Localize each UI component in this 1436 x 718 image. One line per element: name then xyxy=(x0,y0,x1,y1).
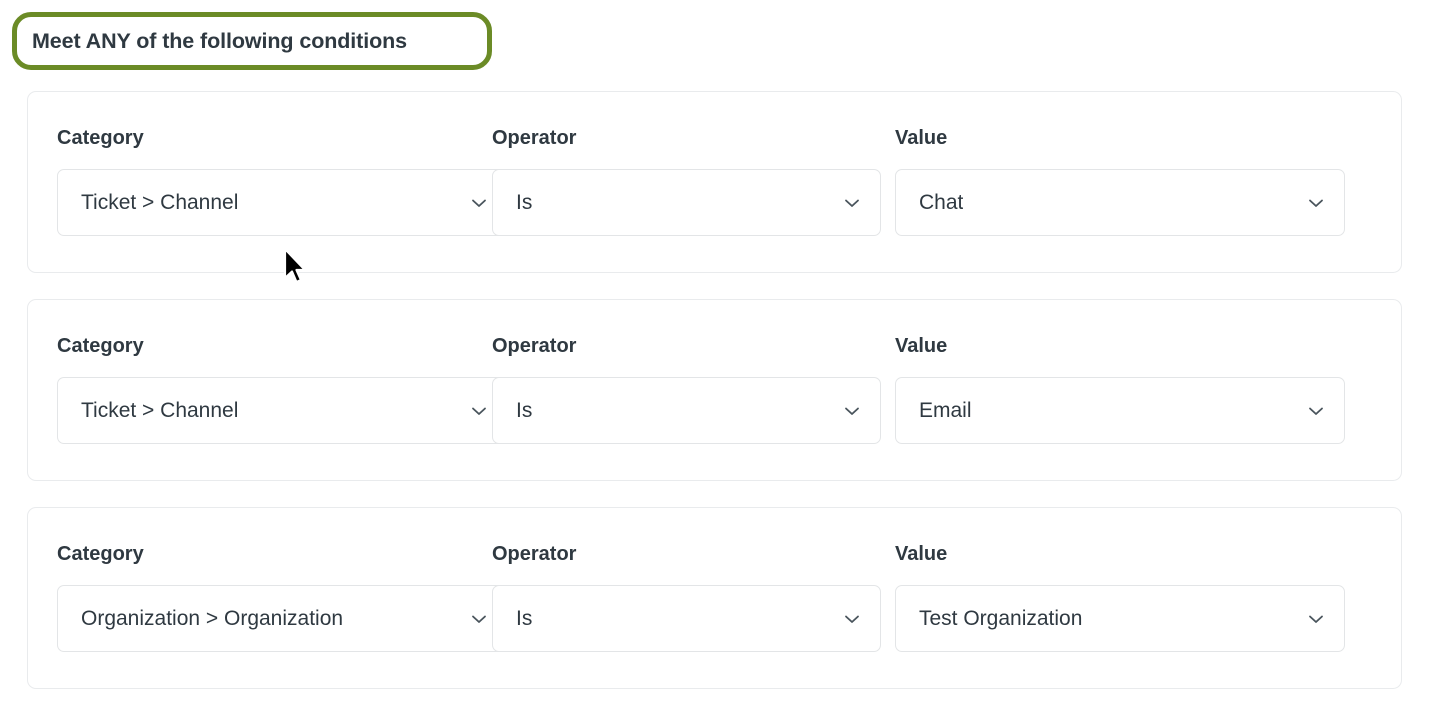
value-label: Value xyxy=(895,544,1350,564)
value-select[interactable]: Test Organization xyxy=(895,585,1345,652)
operator-select[interactable]: Is xyxy=(492,585,881,652)
condition-row: Category Ticket > Channel Operator Is xyxy=(27,91,1402,273)
chevron-down-icon xyxy=(1305,192,1327,214)
operator-select-value: Is xyxy=(516,399,532,423)
value-select[interactable]: Email xyxy=(895,377,1345,444)
category-field-group: Category Organization > Organization xyxy=(28,544,492,652)
condition-row: Category Organization > Organization Ope… xyxy=(27,507,1402,689)
operator-label: Operator xyxy=(492,128,895,148)
operator-select-value: Is xyxy=(516,607,532,631)
operator-select-value: Is xyxy=(516,191,532,215)
category-select[interactable]: Organization > Organization xyxy=(57,585,508,652)
category-label: Category xyxy=(57,336,492,356)
page-title: Meet ANY of the following conditions xyxy=(32,29,407,54)
chevron-down-icon xyxy=(468,400,490,422)
chevron-down-icon xyxy=(841,400,863,422)
operator-label: Operator xyxy=(492,544,895,564)
value-select-value: Chat xyxy=(919,191,963,215)
value-select-value: Email xyxy=(919,399,972,423)
category-select[interactable]: Ticket > Channel xyxy=(57,377,508,444)
category-label: Category xyxy=(57,128,492,148)
conditions-list: Category Ticket > Channel Operator Is xyxy=(27,91,1402,715)
value-label: Value xyxy=(895,336,1350,356)
chevron-down-icon xyxy=(1305,608,1327,630)
operator-field-group: Operator Is xyxy=(492,544,895,652)
value-field-group: Value Chat xyxy=(895,128,1350,236)
value-field-group: Value Email xyxy=(895,336,1350,444)
chevron-down-icon xyxy=(468,608,490,630)
conditions-match-type-pill: Meet ANY of the following conditions xyxy=(12,12,492,70)
chevron-down-icon xyxy=(841,608,863,630)
category-select-value: Ticket > Channel xyxy=(81,191,238,215)
category-field-group: Category Ticket > Channel xyxy=(28,128,492,236)
category-select[interactable]: Ticket > Channel xyxy=(57,169,508,236)
operator-label: Operator xyxy=(492,336,895,356)
chevron-down-icon xyxy=(841,192,863,214)
condition-row: Category Ticket > Channel Operator Is xyxy=(27,299,1402,481)
category-field-group: Category Ticket > Channel xyxy=(28,336,492,444)
value-select[interactable]: Chat xyxy=(895,169,1345,236)
operator-field-group: Operator Is xyxy=(492,128,895,236)
category-select-value: Organization > Organization xyxy=(81,607,343,631)
category-label: Category xyxy=(57,544,492,564)
operator-select[interactable]: Is xyxy=(492,377,881,444)
value-select-value: Test Organization xyxy=(919,607,1082,631)
value-label: Value xyxy=(895,128,1350,148)
operator-select[interactable]: Is xyxy=(492,169,881,236)
chevron-down-icon xyxy=(1305,400,1327,422)
category-select-value: Ticket > Channel xyxy=(81,399,238,423)
value-field-group: Value Test Organization xyxy=(895,544,1350,652)
chevron-down-icon xyxy=(468,192,490,214)
operator-field-group: Operator Is xyxy=(492,336,895,444)
